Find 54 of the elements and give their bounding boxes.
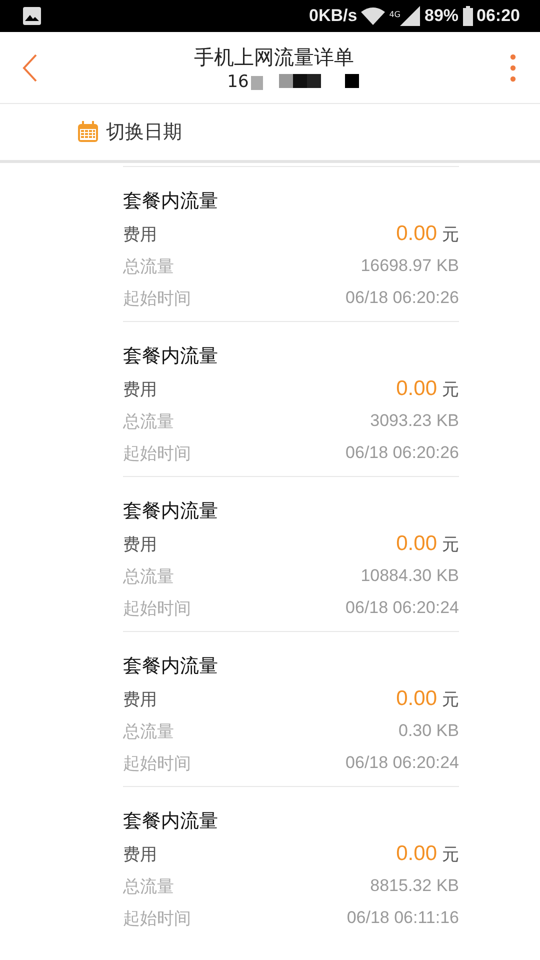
currency-unit: 元	[442, 844, 459, 866]
start-time: 06/18 06:20:26	[346, 443, 459, 463]
record-title: 套餐内流量	[123, 499, 219, 524]
total-label: 总流量	[123, 566, 174, 588]
network-speed: 0KB/s	[309, 6, 358, 26]
start-time-label: 起始时间	[123, 752, 191, 774]
total-traffic: 0.30 KB	[398, 721, 459, 741]
signal-icon	[400, 6, 420, 26]
battery-icon	[462, 6, 473, 26]
switch-date-button[interactable]: 切换日期	[77, 119, 182, 145]
fee-label: 费用	[123, 534, 157, 556]
fee-label: 费用	[123, 844, 157, 866]
fee-amount: 0.00	[396, 377, 437, 401]
start-time-label: 起始时间	[123, 442, 191, 464]
start-time-label: 起始时间	[123, 908, 191, 930]
record-title: 套餐内流量	[123, 189, 219, 214]
page-title: 手机上网流量详单	[194, 44, 354, 70]
network-type: 4G	[389, 10, 400, 19]
start-time: 06/18 06:11:16	[346, 908, 459, 928]
start-time: 06/18 06:20:24	[346, 598, 459, 618]
total-label: 总流量	[123, 256, 174, 278]
record-title: 套餐内流量	[123, 654, 219, 679]
fee-label: 费用	[123, 688, 157, 710]
record-title: 套餐内流量	[123, 344, 219, 369]
fee-amount: 0.00	[396, 532, 437, 556]
fee-amount: 0.00	[396, 687, 437, 711]
back-icon[interactable]	[22, 54, 38, 82]
total-traffic: 16698.97 KB	[360, 256, 459, 276]
fee-label: 费用	[123, 378, 157, 400]
currency-unit: 元	[442, 224, 459, 246]
fee-label: 费用	[123, 224, 157, 246]
currency-unit: 元	[442, 689, 459, 711]
calendar-icon	[77, 121, 99, 143]
start-time: 06/18 06:20:24	[346, 753, 459, 773]
total-traffic: 3093.23 KB	[370, 411, 459, 431]
total-traffic: 8815.32 KB	[370, 876, 459, 896]
battery-percent: 89%	[424, 6, 459, 26]
wifi-icon	[361, 7, 386, 25]
total-label: 总流量	[123, 876, 174, 898]
total-label: 总流量	[123, 720, 174, 742]
start-time-label: 起始时间	[123, 598, 191, 620]
currency-unit: 元	[442, 534, 459, 556]
fee-amount: 0.00	[396, 222, 437, 246]
total-traffic: 10884.30 KB	[360, 566, 459, 586]
image-icon	[22, 6, 42, 26]
phone-number: 16	[227, 70, 249, 92]
fee-amount: 0.00	[396, 842, 437, 866]
start-time: 06/18 06:20:26	[346, 288, 459, 308]
total-label: 总流量	[123, 410, 174, 432]
record-title: 套餐内流量	[123, 809, 219, 834]
start-time-label: 起始时间	[123, 288, 191, 310]
more-icon[interactable]	[510, 54, 516, 82]
currency-unit: 元	[442, 379, 459, 401]
clock: 06:20	[476, 6, 520, 26]
